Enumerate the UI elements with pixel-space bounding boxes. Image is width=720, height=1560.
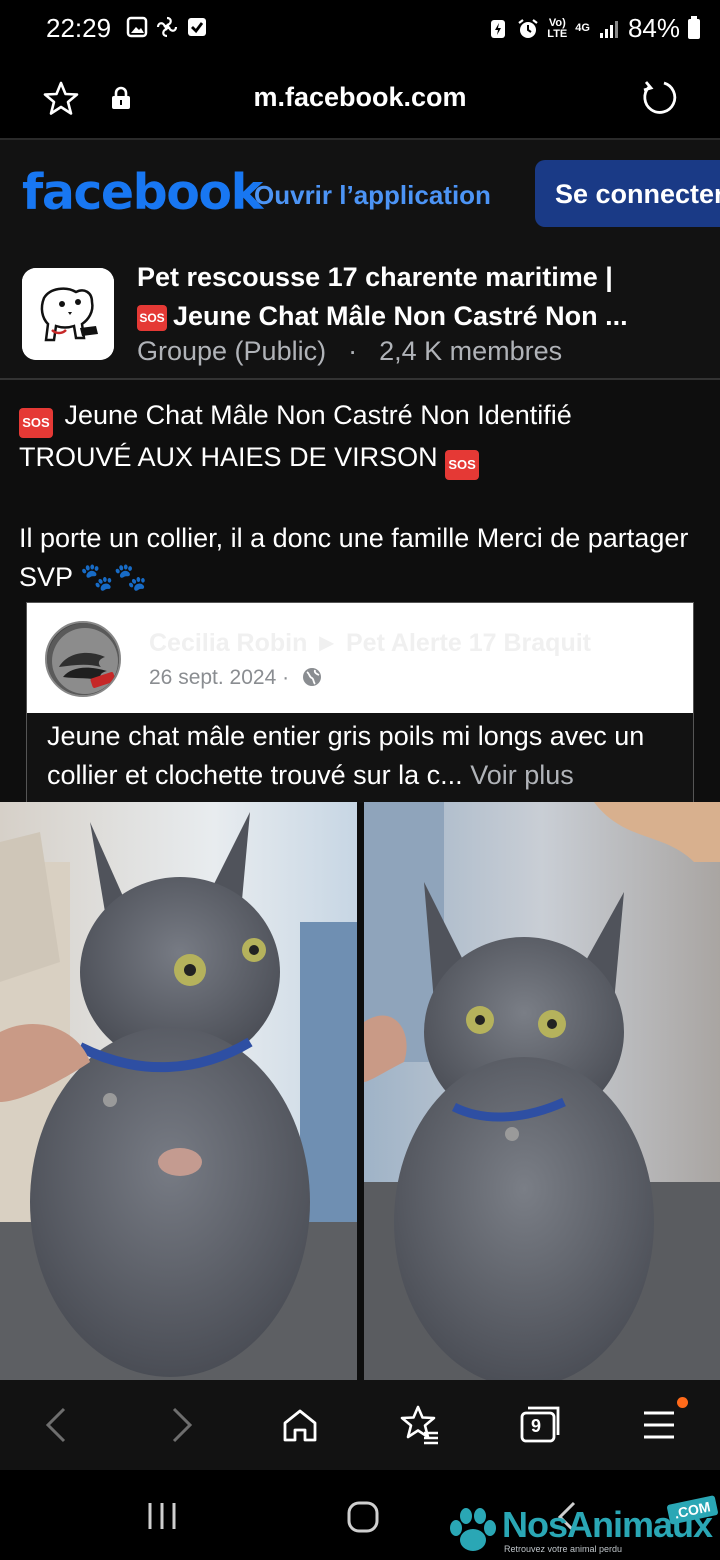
post-text: SOS Jeune Chat Mâle Non Castré Non Ident… (19, 396, 709, 597)
recent-apps-icon[interactable] (146, 1500, 178, 1532)
globe-icon (302, 668, 321, 686)
battery-icon (688, 15, 700, 39)
battery-saver-icon (491, 19, 506, 38)
shared-post-date: 26 sept. 2024 · (149, 666, 323, 690)
url-text[interactable]: m.facebook.com (0, 82, 720, 113)
fan-icon (156, 16, 178, 38)
reload-icon[interactable] (640, 78, 678, 116)
nosanimaux-watermark: NosAnimaux .COM Retrouvez votre animal p… (446, 1495, 719, 1560)
system-icons: Vo) LTE 4G 84% (487, 13, 700, 44)
shared-post-card[interactable]: Cecilia Robin ► Pet Alerte 17 Braquit 26… (26, 602, 694, 803)
shared-author-avatar[interactable] (45, 621, 121, 697)
browser-bottom-bar: 9 (0, 1380, 720, 1470)
whale-logo-icon (47, 623, 119, 695)
sos-icon: SOS (137, 305, 167, 331)
login-button-label: Se connecter (555, 179, 720, 209)
shared-post-header: Cecilia Robin ► Pet Alerte 17 Braquit 26… (27, 603, 693, 713)
paw-logo-icon (450, 1508, 496, 1551)
shared-date-text: 26 sept. 2024 (149, 666, 277, 689)
group-name: Pet rescousse 17 charente maritime | (137, 262, 613, 292)
system-home-icon[interactable] (346, 1500, 380, 1534)
watermark-tagline: Retrouvez votre animal perdu (504, 1544, 623, 1554)
tabs-count: 9 (531, 1416, 542, 1436)
sos-icon: SOS (19, 408, 53, 438)
group-header[interactable]: Pet rescousse 17 charente maritime | SOS… (0, 248, 720, 380)
facebook-header: facebook Ouvrir l’application Se connect… (0, 140, 720, 248)
status-bar: 22:29 Vo) LTE 4G 84% (0, 0, 720, 58)
shared-post-body: Jeune chat mâle entier gris poils mi lon… (27, 713, 693, 803)
date-separator: · (282, 666, 290, 689)
grey-cat-photo-left[interactable] (0, 802, 357, 1380)
clock: 22:29 (46, 13, 112, 43)
battery-percent: 84% (627, 13, 680, 43)
menu-icon[interactable] (638, 1403, 682, 1447)
group-members: 2,4 K membres (379, 336, 563, 366)
login-button[interactable]: Se connecter (535, 160, 720, 227)
home-icon[interactable] (278, 1403, 322, 1447)
group-meta: Groupe (Public) · 2,4 K membres (137, 336, 562, 367)
browser-url-bar: m.facebook.com (0, 58, 720, 140)
group-privacy: Groupe (Public) (137, 336, 327, 366)
dog-cat-logo-icon (22, 268, 114, 360)
sos-icon: SOS (445, 450, 480, 480)
tabs-icon[interactable]: 9 (518, 1403, 562, 1447)
forward-icon[interactable] (158, 1403, 202, 1447)
network-4g-label: 4G (575, 22, 590, 34)
post-headline: SOS Jeune Chat Mâle Non Castré Non Ident… (19, 396, 709, 480)
group-post-title-text: Jeune Chat Mâle Non Castré Non ... (173, 301, 628, 331)
facebook-logo[interactable]: facebook (22, 164, 263, 221)
post-headline-line1: Jeune Chat Mâle Non Castré Non Identifié (64, 400, 572, 430)
bookmarks-icon[interactable] (398, 1403, 442, 1447)
notification-dot (677, 1397, 688, 1408)
checkbox-icon (188, 18, 206, 36)
group-avatar[interactable] (22, 268, 114, 360)
see-more-link[interactable]: Voir plus (470, 760, 574, 790)
group-post-title: SOS Jeune Chat Mâle Non Castré Non ... (137, 297, 697, 336)
back-icon[interactable] (36, 1403, 80, 1447)
meta-separator: · (348, 336, 358, 366)
grey-cat-photo-right[interactable] (364, 802, 720, 1380)
post-body: Il porte un collier, il a donc une famil… (19, 519, 709, 597)
notification-icons (126, 16, 208, 38)
signal-icon (599, 20, 618, 38)
gallery-icon (126, 16, 148, 38)
volte-label: Vo) LTE (547, 16, 568, 40)
group-title[interactable]: Pet rescousse 17 charente maritime | SOS… (137, 258, 697, 336)
paws-emoji: 🐾🐾 (80, 562, 148, 592)
open-app-link[interactable]: Ouvrir l’application (254, 180, 491, 211)
post-headline-line2: TROUVÉ AUX HAIES DE VIRSON (19, 442, 438, 472)
shared-author[interactable]: Cecilia Robin ► Pet Alerte 17 Braquit (149, 629, 591, 658)
alarm-icon (518, 18, 538, 38)
